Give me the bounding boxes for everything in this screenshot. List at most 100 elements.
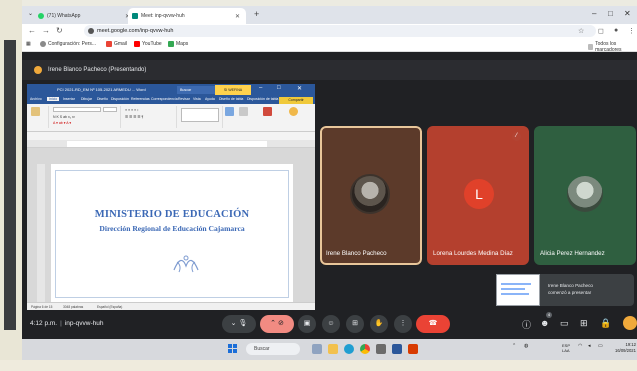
tray-network-icon[interactable]: ◍ <box>524 343 528 349</box>
activities-icon[interactable]: ⊞ <box>580 318 588 329</box>
word-tab: Ayuda <box>205 97 215 101</box>
apps-icon[interactable]: ▦ <box>26 41 31 47</box>
edit-icon <box>239 107 248 116</box>
camera-button[interactable]: ⌃ ⊘ <box>260 315 294 333</box>
emoji-button[interactable]: ☺ <box>322 315 340 333</box>
folder-icon <box>588 44 594 50</box>
gear-icon <box>40 41 46 47</box>
shared-screen: PCI 2021-RD_EM Nº 105-2021 ARMEDU ... Wo… <box>27 84 315 310</box>
camera-off-icon: ⌃ ⊘ <box>270 320 284 327</box>
presenting-notification[interactable]: Irene Blanco Pacheco comenzó a presentar <box>496 274 634 306</box>
ribbon-group-styles <box>177 106 223 128</box>
bookmark-label: Gmail <box>114 41 128 47</box>
bookmark-config[interactable]: Configuración: Pers... <box>40 41 96 47</box>
hand-icon: ✋ <box>374 320 384 327</box>
word-share-button: Compartir <box>279 97 313 104</box>
chat-icon[interactable]: ▭ <box>560 318 569 329</box>
participant-tile[interactable]: Alicia Perez Hernandez <box>534 126 636 265</box>
window-close-icon[interactable]: ✕ <box>624 9 631 18</box>
word-tab: Archivo <box>30 97 42 101</box>
profile-icon[interactable]: ● <box>614 27 618 34</box>
file-explorer-icon[interactable] <box>328 344 338 354</box>
captions-button[interactable]: ▣ <box>298 315 316 333</box>
pdf-icon <box>263 107 272 116</box>
tab-search-icon[interactable]: ⌄ <box>28 10 33 17</box>
url-text: meet.google.com/inp-qvvw-huh <box>97 28 174 34</box>
back-icon[interactable]: ← <box>28 26 36 35</box>
language-indicator[interactable]: ESP LAA <box>562 343 570 353</box>
microphone-button[interactable]: ⌄ 🎙 <box>222 315 256 333</box>
word-page: MINISTERIO DE EDUCACIÓN Dirección Region… <box>51 164 293 302</box>
info-icon[interactable]: ⓘ <box>522 318 531 331</box>
ornament-icon <box>173 255 199 273</box>
end-call-icon: ☎ <box>428 320 438 327</box>
word-restore-icon: □ <box>277 85 281 91</box>
extensions-icon[interactable]: ◻ <box>598 27 604 35</box>
minimize-icon[interactable]: – <box>592 9 596 18</box>
present-button[interactable]: ⊞ <box>346 315 364 333</box>
bookmarks-bar: ▦ Configuración: Pers... Gmail YouTube M… <box>22 38 637 53</box>
participant-name: Irene Blanco Pacheco <box>326 250 387 257</box>
bookmark-label: Maps <box>176 41 189 47</box>
volume-icon[interactable]: ◂ <box>588 343 591 349</box>
meeting-code: inp-qvvw-huh <box>64 320 104 327</box>
bookmark-maps[interactable]: Maps <box>168 41 188 47</box>
address-bar[interactable]: meet.google.com/inp-qvvw-huh <box>84 25 596 37</box>
app-icon[interactable] <box>408 344 418 354</box>
bookmark-label: Configuración: Pers... <box>48 41 97 47</box>
menu-icon[interactable]: ⋮ <box>628 27 635 35</box>
bookmark-youtube[interactable]: YouTube <box>134 41 162 47</box>
tray-chevron-icon[interactable]: ⌃ <box>512 343 516 349</box>
leave-call-button[interactable]: ☎ <box>416 315 450 333</box>
self-avatar[interactable] <box>623 316 637 330</box>
taskbar-search[interactable]: Buscar <box>246 343 300 355</box>
more-icon: ⋮ <box>399 320 407 327</box>
bottom-edge <box>0 360 637 371</box>
bookmark-gmail[interactable]: Gmail <box>106 41 127 47</box>
store-icon[interactable] <box>376 344 386 354</box>
word-status-bar: Página 6 de 15 3048 palabras Español (Es… <box>27 302 315 310</box>
word-ribbon-tabs: Archivo Inicio Insertar Dibujar Diseño D… <box>27 96 315 104</box>
wifi-icon[interactable]: ◠ <box>578 343 582 349</box>
styles-icon <box>225 107 234 116</box>
meeting-time: 4:12 p.m. <box>30 320 58 327</box>
meet-icon <box>132 13 138 19</box>
raise-hand-button[interactable]: ✋ <box>370 315 388 333</box>
clock-date: 16/09/2021 <box>615 348 636 353</box>
left-edge <box>0 0 22 371</box>
participant-tile[interactable]: ⁄ L Lorena Lourdes Medina Díaz <box>427 126 529 265</box>
word-close-icon: ✕ <box>297 86 303 92</box>
battery-icon[interactable]: ▭ <box>598 343 603 349</box>
participant-tile[interactable]: Irene Blanco Pacheco <box>320 126 422 265</box>
participant-avatar <box>567 176 603 212</box>
tab-meet[interactable]: Meet: inp-qvvw-huh ✕ <box>128 8 246 24</box>
ribbon-group-font <box>49 106 121 128</box>
tab-whatsapp[interactable]: (71) WhatsApp ✕ <box>34 8 136 24</box>
reload-icon[interactable]: ↻ <box>56 26 63 35</box>
host-controls-icon[interactable]: 🔒 <box>600 318 611 329</box>
word-minimize-icon: – <box>259 85 263 91</box>
word-tab: Correspondencia <box>151 97 178 101</box>
presenter-label: Irene Blanco Pacheco (Presentando) <box>48 67 147 73</box>
word-tab: Dibujar <box>81 97 93 101</box>
bookmark-star-icon[interactable]: ☆ <box>578 27 584 35</box>
forward-icon[interactable]: → <box>42 26 50 35</box>
status-lang: Español (España) <box>97 305 123 309</box>
word-icon[interactable] <box>392 344 402 354</box>
close-icon[interactable]: ✕ <box>235 13 240 20</box>
edge-icon[interactable] <box>344 344 354 354</box>
ribbon-group-clipboard <box>27 106 49 128</box>
more-options-button[interactable]: ⋮ <box>394 315 412 333</box>
site-info-icon[interactable] <box>88 28 94 34</box>
browser-tab-strip: ⌄ (71) WhatsApp ✕ Meet: inp-qvvw-huh ✕ +… <box>22 6 637 24</box>
start-icon[interactable] <box>228 344 238 354</box>
people-icon[interactable]: ☻ <box>540 318 549 328</box>
ribbon-group-paragraph <box>121 106 177 128</box>
chrome-icon[interactable] <box>360 344 370 354</box>
taskbar-clock[interactable]: 19:12 16/09/2021 <box>615 342 636 354</box>
maximize-icon[interactable]: □ <box>608 9 613 18</box>
new-tab-icon[interactable]: + <box>254 9 259 19</box>
task-view-icon[interactable] <box>312 344 322 354</box>
gmail-icon <box>106 41 112 47</box>
tab-label: (71) WhatsApp <box>47 13 81 19</box>
